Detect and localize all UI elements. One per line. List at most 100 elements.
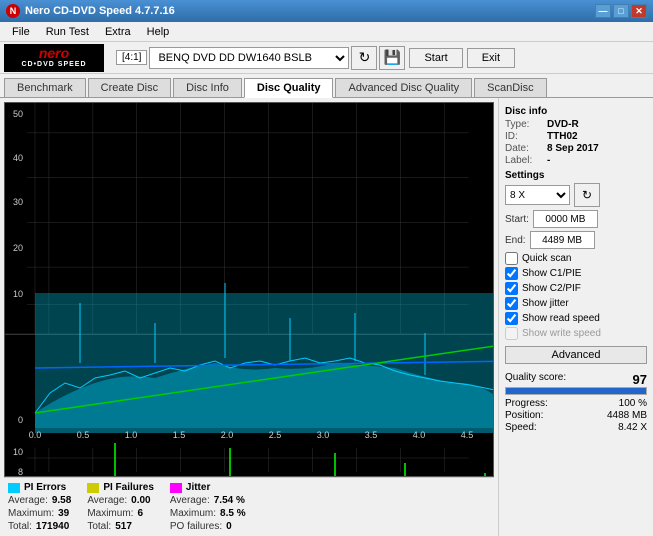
pif-max-val: 6 bbox=[137, 508, 143, 519]
show-c2pif-label[interactable]: Show C2/PIF bbox=[522, 283, 581, 294]
pi-max-val: 39 bbox=[58, 508, 69, 519]
quality-score-row: Quality score: 97 bbox=[505, 372, 647, 387]
refresh-icon[interactable]: ↻ bbox=[351, 46, 377, 70]
pif-avg-val: 0.00 bbox=[131, 495, 150, 506]
pi-max-key: Maximum: bbox=[8, 508, 54, 519]
drive-dropdown[interactable]: BENQ DVD DD DW1640 BSLB bbox=[149, 47, 349, 69]
show-c1pie-checkbox[interactable] bbox=[505, 267, 518, 280]
speed-setting-row: 8 X ↻ bbox=[505, 183, 647, 207]
progress-bar-fill bbox=[506, 388, 646, 394]
jitter-po-key: PO failures: bbox=[170, 521, 222, 532]
svg-text:4.5: 4.5 bbox=[461, 430, 474, 440]
svg-text:40: 40 bbox=[13, 153, 23, 163]
speed-label: Speed: bbox=[505, 422, 537, 433]
svg-text:30: 30 bbox=[13, 197, 23, 207]
charts-svg: 50 40 30 20 10 0 16 12 8 6 4 2 0 0.0 0.5… bbox=[5, 103, 493, 476]
disc-type-key: Type: bbox=[505, 119, 543, 130]
end-setting-row: End: bbox=[505, 231, 647, 249]
show-read-speed-row: Show read speed bbox=[505, 312, 647, 325]
disc-id-row: ID: TTH02 bbox=[505, 131, 647, 142]
menu-help[interactable]: Help bbox=[139, 24, 178, 40]
tab-disc-info[interactable]: Disc Info bbox=[173, 78, 242, 97]
quick-scan-label[interactable]: Quick scan bbox=[522, 253, 571, 264]
quality-score-label: Quality score: bbox=[505, 372, 566, 387]
disc-date-row: Date: 8 Sep 2017 bbox=[505, 143, 647, 154]
pif-total-val: 517 bbox=[115, 521, 132, 532]
jitter-avg-val: 7.54 % bbox=[214, 495, 245, 506]
progress-label: Progress: bbox=[505, 398, 548, 409]
show-c2pif-row: Show C2/PIF bbox=[505, 282, 647, 295]
pi-avg-val: 9.58 bbox=[52, 495, 71, 506]
disc-label-val: - bbox=[547, 155, 550, 166]
tab-disc-quality[interactable]: Disc Quality bbox=[244, 78, 334, 98]
svg-text:4.0: 4.0 bbox=[413, 430, 426, 440]
show-write-speed-row: Show write speed bbox=[505, 327, 647, 340]
pi-failures-stats: PI Failures Average: 0.00 Maximum: 6 Tot… bbox=[87, 482, 154, 532]
minimize-button[interactable]: — bbox=[595, 4, 611, 18]
svg-text:1.5: 1.5 bbox=[173, 430, 186, 440]
show-write-speed-checkbox[interactable] bbox=[505, 327, 518, 340]
speed-select[interactable]: 8 X bbox=[505, 185, 570, 205]
svg-text:20: 20 bbox=[13, 243, 23, 253]
position-value: 4488 MB bbox=[607, 410, 647, 421]
show-read-speed-checkbox[interactable] bbox=[505, 312, 518, 325]
svg-text:0.5: 0.5 bbox=[77, 430, 90, 440]
tab-benchmark[interactable]: Benchmark bbox=[4, 78, 86, 97]
disc-date-key: Date: bbox=[505, 143, 543, 154]
svg-text:1.0: 1.0 bbox=[125, 430, 138, 440]
show-read-speed-label[interactable]: Show read speed bbox=[522, 313, 600, 324]
start-button[interactable]: Start bbox=[409, 48, 462, 68]
menu-run-test[interactable]: Run Test bbox=[38, 24, 97, 40]
disc-type-val: DVD-R bbox=[547, 119, 579, 130]
start-input[interactable] bbox=[533, 210, 598, 228]
show-c2pif-checkbox[interactable] bbox=[505, 282, 518, 295]
pi-avg-key: Average: bbox=[8, 495, 48, 506]
tab-create-disc[interactable]: Create Disc bbox=[88, 78, 171, 97]
drive-number: [4:1] bbox=[116, 50, 147, 65]
pi-errors-label: PI Errors bbox=[24, 482, 66, 493]
show-jitter-checkbox[interactable] bbox=[505, 297, 518, 310]
pif-max-key: Maximum: bbox=[87, 508, 133, 519]
disc-label-key: Label: bbox=[505, 155, 543, 166]
show-c1pie-label[interactable]: Show C1/PIE bbox=[522, 268, 581, 279]
pi-failures-label: PI Failures bbox=[103, 482, 154, 493]
chart-wrapper: 50 40 30 20 10 0 16 12 8 6 4 2 0 0.0 0.5… bbox=[0, 98, 498, 536]
toolbar: nero CD•DVD SPEED [4:1] BENQ DVD DD DW16… bbox=[0, 42, 653, 74]
position-label: Position: bbox=[505, 410, 543, 421]
svg-text:3.5: 3.5 bbox=[365, 430, 378, 440]
tab-scandisc[interactable]: ScanDisc bbox=[474, 78, 546, 97]
window-controls[interactable]: — □ ✕ bbox=[595, 4, 647, 18]
end-input[interactable] bbox=[530, 231, 595, 249]
progress-row: Progress: 100 % bbox=[505, 398, 647, 409]
show-jitter-label[interactable]: Show jitter bbox=[522, 298, 569, 309]
quick-scan-checkbox[interactable] bbox=[505, 252, 518, 265]
quality-score-value: 97 bbox=[633, 372, 647, 387]
maximize-button[interactable]: □ bbox=[613, 4, 629, 18]
settings-refresh-icon[interactable]: ↻ bbox=[574, 183, 600, 207]
disc-id-key: ID: bbox=[505, 131, 543, 142]
start-setting-row: Start: bbox=[505, 210, 647, 228]
svg-text:0.0: 0.0 bbox=[29, 430, 42, 440]
advanced-button[interactable]: Advanced bbox=[505, 346, 647, 364]
exit-button[interactable]: Exit bbox=[467, 48, 515, 68]
disc-id-val: TTH02 bbox=[547, 131, 578, 142]
titlebar: N Nero CD-DVD Speed 4.7.7.16 — □ ✕ bbox=[0, 0, 653, 22]
jitter-avg-key: Average: bbox=[170, 495, 210, 506]
start-label: Start: bbox=[505, 214, 529, 225]
save-icon[interactable]: 💾 bbox=[379, 46, 405, 70]
svg-text:50: 50 bbox=[13, 109, 23, 119]
close-button[interactable]: ✕ bbox=[631, 4, 647, 18]
show-c1pie-row: Show C1/PIE bbox=[505, 267, 647, 280]
tab-advanced-disc-quality[interactable]: Advanced Disc Quality bbox=[335, 78, 472, 97]
menu-extra[interactable]: Extra bbox=[97, 24, 139, 40]
show-write-speed-label: Show write speed bbox=[522, 328, 601, 339]
quick-scan-row: Quick scan bbox=[505, 252, 647, 265]
menu-file[interactable]: File bbox=[4, 24, 38, 40]
progress-bar-container bbox=[505, 387, 647, 395]
jitter-po-val: 0 bbox=[226, 521, 232, 532]
window-title: Nero CD-DVD Speed 4.7.7.16 bbox=[25, 5, 595, 17]
right-panel: Disc info Type: DVD-R ID: TTH02 Date: 8 … bbox=[498, 98, 653, 536]
svg-text:10: 10 bbox=[13, 447, 23, 457]
svg-text:2.5: 2.5 bbox=[269, 430, 282, 440]
jitter-max-key: Maximum: bbox=[170, 508, 216, 519]
